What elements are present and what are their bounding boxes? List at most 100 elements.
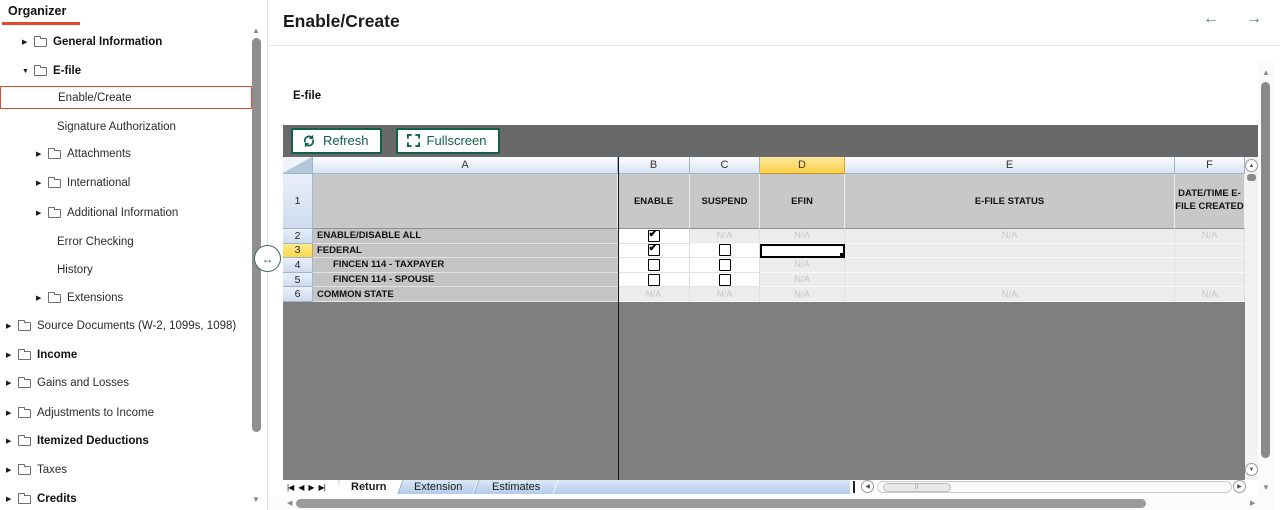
row-number[interactable]: 1 xyxy=(283,174,313,229)
sidebar-item-general-information[interactable]: ▶ General Information xyxy=(0,30,252,54)
scroll-up-icon[interactable]: ▲ xyxy=(1262,68,1270,77)
refresh-button[interactable]: Refresh xyxy=(291,128,382,154)
sidebar-item-adjustments-to-income[interactable]: ▶ Adjustments to Income xyxy=(0,401,252,425)
sidebar-item-extensions[interactable]: ▶ Extensions xyxy=(0,286,252,310)
column-header-e[interactable]: E xyxy=(845,157,1175,174)
page-horizontal-scrollbar[interactable]: ◀ ▶ xyxy=(269,497,1258,510)
chevron-down-icon[interactable]: ▼ xyxy=(22,68,34,75)
fullscreen-button[interactable]: Fullscreen xyxy=(395,128,500,154)
datetime-empty-cell[interactable] xyxy=(1175,272,1245,288)
datetime-empty-cell[interactable] xyxy=(1175,243,1245,259)
row-number[interactable]: 5 xyxy=(283,272,313,288)
page-horizontal-scrollbar-thumb[interactable] xyxy=(296,499,1146,508)
sidebar-item-additional-information[interactable]: ▶ Additional Information xyxy=(0,201,252,225)
chevron-right-icon[interactable]: ▶ xyxy=(36,294,48,302)
grid-scroll-down-button[interactable]: ▼ xyxy=(1245,463,1258,476)
scroll-left-icon: ◀ xyxy=(865,484,870,490)
tab-scroll-left-button[interactable]: ◀ xyxy=(861,480,874,493)
page-vertical-scrollbar[interactable]: ▲ ▼ xyxy=(1258,60,1274,510)
sidebar-item-efile[interactable]: ▼ E-file xyxy=(0,59,252,83)
tab-scroll-split-handle[interactable] xyxy=(853,481,855,493)
prev-sheet-button[interactable]: ◀ xyxy=(298,483,304,492)
sidebar-item-itemized-deductions[interactable]: ▶ Itemized Deductions xyxy=(0,429,252,453)
row-number-selected[interactable]: 3 xyxy=(283,243,313,259)
suspend-checkbox-cell[interactable] xyxy=(690,258,760,273)
datetime-empty-cell[interactable] xyxy=(1175,258,1245,273)
sheet-tab-return[interactable]: Return xyxy=(335,480,403,494)
sidebar-item-label: Source Documents (W-2, 1099s, 1098) xyxy=(37,320,237,332)
grid-row-fincen-taxpayer: 4 FINCEN 114 - TAXPAYER N/A xyxy=(283,258,1258,273)
status-empty-cell[interactable] xyxy=(845,243,1175,259)
suspend-checkbox-cell[interactable] xyxy=(690,272,760,288)
row-number[interactable]: 2 xyxy=(283,229,313,244)
chevron-right-icon[interactable]: ▶ xyxy=(36,209,48,217)
sidebar-item-gains-and-losses[interactable]: ▶ Gains and Losses xyxy=(0,371,252,395)
row-number[interactable]: 6 xyxy=(283,287,313,302)
enable-checkbox-cell[interactable]: ✔ xyxy=(618,243,690,259)
splitter-handle[interactable]: ↔ xyxy=(254,245,281,272)
chevron-right-icon[interactable]: ▶ xyxy=(6,351,18,359)
status-empty-cell[interactable] xyxy=(845,272,1175,288)
row-number[interactable]: 4 xyxy=(283,258,313,273)
status-empty-cell[interactable] xyxy=(845,258,1175,273)
grid-scroll-up-button[interactable]: ▲ xyxy=(1245,159,1258,172)
section-label: E-file xyxy=(293,90,322,102)
datetime-na-cell: N/A xyxy=(1175,229,1245,244)
column-header-f[interactable]: F xyxy=(1175,157,1245,174)
forward-arrow-icon[interactable]: → xyxy=(1246,10,1262,28)
fullscreen-icon xyxy=(406,134,420,147)
sidebar-item-source-documents[interactable]: ▶ Source Documents (W-2, 1099s, 1098) xyxy=(0,314,252,338)
spreadsheet: A B C D E F 1 ENABLE SUSPEND EFIN E-FILE… xyxy=(283,157,1258,480)
sidebar-scrollbar-thumb[interactable] xyxy=(252,38,261,432)
column-header-b[interactable]: B xyxy=(618,157,690,174)
chevron-right-icon[interactable]: ▶ xyxy=(6,409,18,417)
enable-checkbox-cell[interactable]: ✔ xyxy=(618,229,690,244)
column-header-d-selected[interactable]: D xyxy=(760,157,845,174)
sheet-tab-estimates[interactable]: Estimates xyxy=(473,480,559,494)
sidebar-item-income[interactable]: ▶ Income xyxy=(0,343,252,367)
sheet-tab-label: Extension xyxy=(413,481,463,493)
back-arrow-icon[interactable]: ← xyxy=(1203,10,1219,28)
enable-checkbox-cell[interactable] xyxy=(618,272,690,288)
grid-horizontal-scrollbar-thumb[interactable]: || xyxy=(883,482,951,492)
folder-icon xyxy=(18,435,31,446)
select-all-corner[interactable] xyxy=(283,157,313,174)
sidebar-item-signature-authorization[interactable]: Signature Authorization xyxy=(0,115,252,139)
page-vertical-scrollbar-thumb[interactable] xyxy=(1261,82,1270,458)
sheet-tab-extension[interactable]: Extension xyxy=(397,480,479,494)
efin-na-cell: N/A xyxy=(760,229,845,244)
grid-vertical-scrollbar-thumb[interactable] xyxy=(1247,174,1256,181)
chevron-right-icon[interactable]: ▶ xyxy=(6,379,18,387)
scroll-up-icon[interactable]: ▲ xyxy=(252,26,260,35)
sidebar-item-credits[interactable]: ▶ Credits xyxy=(0,487,252,510)
sidebar-item-taxes[interactable]: ▶ Taxes xyxy=(0,458,252,482)
scroll-down-icon[interactable]: ▼ xyxy=(252,495,260,504)
sidebar-item-attachments[interactable]: ▶ Attachments xyxy=(0,142,252,166)
column-header-c[interactable]: C xyxy=(690,157,760,174)
selected-cell-d3[interactable] xyxy=(760,243,845,259)
chevron-right-icon[interactable]: ▶ xyxy=(36,179,48,187)
column-header-a[interactable]: A xyxy=(313,157,618,174)
next-sheet-button[interactable]: ▶ xyxy=(308,483,314,492)
chevron-right-icon[interactable]: ▶ xyxy=(36,150,48,158)
status-na-cell: N/A xyxy=(845,229,1175,244)
enable-checkbox-cell[interactable] xyxy=(618,258,690,273)
scroll-right-icon[interactable]: ▶ xyxy=(1250,499,1255,507)
sidebar-item-enable-create[interactable]: Enable/Create xyxy=(0,86,252,109)
last-sheet-button[interactable]: ▶| xyxy=(319,483,326,492)
chevron-right-icon[interactable]: ▶ xyxy=(6,322,18,330)
sidebar-item-error-checking[interactable]: Error Checking xyxy=(0,230,252,254)
first-sheet-button[interactable]: |◀ xyxy=(287,483,294,492)
chevron-right-icon[interactable]: ▶ xyxy=(6,437,18,445)
chevron-right-icon[interactable]: ▶ xyxy=(6,466,18,474)
scroll-left-icon[interactable]: ◀ xyxy=(287,499,292,507)
grid-vertical-scrollbar[interactable]: ▲ ▼ xyxy=(1245,157,1258,480)
scroll-down-icon[interactable]: ▼ xyxy=(1262,483,1270,492)
chevron-right-icon[interactable]: ▶ xyxy=(22,38,34,46)
sidebar-item-history[interactable]: History xyxy=(0,258,252,282)
sidebar-item-international[interactable]: ▶ International xyxy=(0,171,252,195)
fill-handle[interactable] xyxy=(840,253,843,257)
chevron-right-icon[interactable]: ▶ xyxy=(6,495,18,503)
suspend-checkbox-cell[interactable] xyxy=(690,243,760,259)
tab-scroll-right-button[interactable]: ▶ xyxy=(1233,480,1246,493)
